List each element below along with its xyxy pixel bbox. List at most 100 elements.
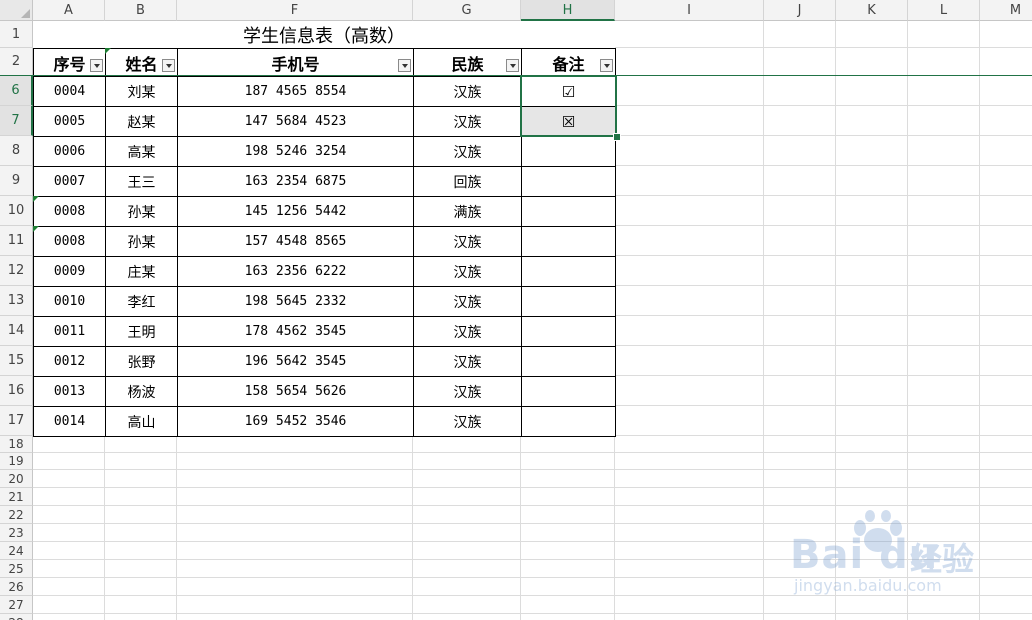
header-cell-4[interactable]: 民族: [413, 48, 522, 77]
cell-phone[interactable]: 145 1256 5442: [177, 196, 414, 227]
select-all-corner[interactable]: [0, 0, 33, 21]
row-header-19[interactable]: 19: [0, 453, 33, 470]
cell-note[interactable]: [521, 376, 616, 407]
row-header-25[interactable]: 25: [0, 560, 33, 578]
cell-note[interactable]: [521, 406, 616, 437]
cell-name[interactable]: 高某: [105, 136, 178, 167]
row-header-13[interactable]: 13: [0, 286, 33, 316]
cell-ethnic[interactable]: 汉族: [413, 136, 522, 167]
cell-id[interactable]: 0009: [33, 256, 106, 287]
column-header-H[interactable]: H: [521, 0, 615, 21]
column-header-M[interactable]: M: [980, 0, 1032, 21]
cell-ethnic[interactable]: 汉族: [413, 406, 522, 437]
cell-id[interactable]: 0004: [33, 76, 106, 107]
cell-id[interactable]: 0010: [33, 286, 106, 317]
cell-ethnic[interactable]: 汉族: [413, 226, 522, 257]
cell-name[interactable]: 王三: [105, 166, 178, 197]
row-header-12[interactable]: 12: [0, 256, 33, 286]
cell-ethnic[interactable]: 回族: [413, 166, 522, 197]
cell-phone[interactable]: 157 4548 8565: [177, 226, 414, 257]
cell-phone[interactable]: 196 5642 3545: [177, 346, 414, 377]
cell-note[interactable]: [521, 196, 616, 227]
cell-phone[interactable]: 178 4562 3545: [177, 316, 414, 347]
row-header-20[interactable]: 20: [0, 470, 33, 488]
filter-dropdown-icon[interactable]: [600, 59, 613, 72]
row-header-15[interactable]: 15: [0, 346, 33, 376]
column-header-A[interactable]: A: [33, 0, 105, 21]
cell-ethnic[interactable]: 汉族: [413, 316, 522, 347]
cell-phone[interactable]: 147 5684 4523: [177, 106, 414, 137]
cell-ethnic[interactable]: 汉族: [413, 286, 522, 317]
cell-id[interactable]: 0011: [33, 316, 106, 347]
column-header-L[interactable]: L: [908, 0, 980, 21]
cell-name[interactable]: 杨波: [105, 376, 178, 407]
column-header-J[interactable]: J: [764, 0, 836, 21]
cell-note[interactable]: [521, 286, 616, 317]
cell-name[interactable]: 张野: [105, 346, 178, 377]
cell-phone[interactable]: 169 5452 3546: [177, 406, 414, 437]
column-header-K[interactable]: K: [836, 0, 908, 21]
row-header-1[interactable]: 1: [0, 21, 33, 48]
cell-note[interactable]: [521, 346, 616, 377]
cell-name[interactable]: 高山: [105, 406, 178, 437]
cell-note[interactable]: [521, 166, 616, 197]
row-header-2[interactable]: 2: [0, 48, 33, 76]
cell-name[interactable]: 刘某: [105, 76, 178, 107]
cell-note[interactable]: [521, 136, 616, 167]
row-header-9[interactable]: 9: [0, 166, 33, 196]
column-header-B[interactable]: B: [105, 0, 177, 21]
column-header-G[interactable]: G: [413, 0, 521, 21]
checkbox-crossed-icon[interactable]: ☒: [521, 106, 616, 137]
row-header-14[interactable]: 14: [0, 316, 33, 346]
filter-dropdown-icon[interactable]: [506, 59, 519, 72]
cell-phone[interactable]: 163 2356 6222: [177, 256, 414, 287]
row-header-28[interactable]: 28: [0, 614, 33, 620]
row-header-6[interactable]: 6: [0, 76, 33, 106]
row-header-16[interactable]: 16: [0, 376, 33, 406]
cell-ethnic[interactable]: 汉族: [413, 106, 522, 137]
cell-note[interactable]: [521, 256, 616, 287]
header-cell-3[interactable]: 手机号: [177, 48, 414, 77]
header-cell-5[interactable]: 备注: [521, 48, 616, 77]
cell-phone[interactable]: 198 5246 3254: [177, 136, 414, 167]
cell-ethnic[interactable]: 汉族: [413, 256, 522, 287]
fill-handle[interactable]: [613, 133, 621, 141]
row-header-22[interactable]: 22: [0, 506, 33, 524]
cell-name[interactable]: 赵某: [105, 106, 178, 137]
cell-id[interactable]: 0013: [33, 376, 106, 407]
spreadsheet[interactable]: A B F G H I J K L M 1 2 6 7 8 9 10 11 12 13 14 15 16 17 18 19 20 21…: [0, 0, 1032, 620]
cell-id[interactable]: 0008: [33, 226, 106, 257]
row-header-23[interactable]: 23: [0, 524, 33, 542]
row-header-10[interactable]: 10: [0, 196, 33, 226]
cell-name[interactable]: 孙某: [105, 226, 178, 257]
header-cell-2[interactable]: 姓名: [105, 48, 178, 77]
filter-dropdown-icon[interactable]: [398, 59, 411, 72]
filter-dropdown-icon[interactable]: [162, 59, 175, 72]
cell-ethnic[interactable]: 汉族: [413, 76, 522, 107]
cell-id[interactable]: 0012: [33, 346, 106, 377]
cell-note[interactable]: [521, 316, 616, 347]
cell-name[interactable]: 李红: [105, 286, 178, 317]
row-header-7[interactable]: 7: [0, 106, 33, 136]
row-header-27[interactable]: 27: [0, 596, 33, 614]
cell-name[interactable]: 庄某: [105, 256, 178, 287]
row-header-21[interactable]: 21: [0, 488, 33, 506]
cell-phone[interactable]: 198 5645 2332: [177, 286, 414, 317]
cell-ethnic[interactable]: 汉族: [413, 346, 522, 377]
cell-name[interactable]: 孙某: [105, 196, 178, 227]
column-header-I[interactable]: I: [615, 0, 764, 21]
cell-ethnic[interactable]: 汉族: [413, 376, 522, 407]
filter-dropdown-icon[interactable]: [90, 59, 103, 72]
cell-ethnic[interactable]: 满族: [413, 196, 522, 227]
row-header-17[interactable]: 17: [0, 406, 33, 436]
cell-phone[interactable]: 187 4565 8554: [177, 76, 414, 107]
cell-id[interactable]: 0006: [33, 136, 106, 167]
row-header-18[interactable]: 18: [0, 436, 33, 453]
cell-note[interactable]: [521, 226, 616, 257]
row-header-8[interactable]: 8: [0, 136, 33, 166]
cell-id[interactable]: 0005: [33, 106, 106, 137]
header-cell-1[interactable]: 序号: [33, 48, 106, 77]
row-header-26[interactable]: 26: [0, 578, 33, 596]
cell-id[interactable]: 0007: [33, 166, 106, 197]
cell-phone[interactable]: 158 5654 5626: [177, 376, 414, 407]
